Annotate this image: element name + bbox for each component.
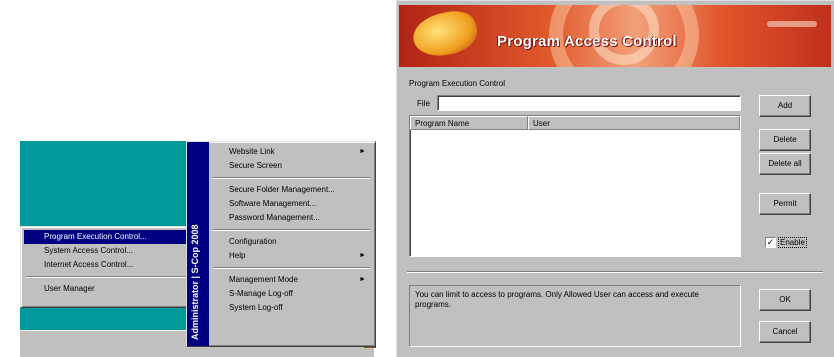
menu-separator (213, 267, 370, 269)
program-list[interactable]: Program Name User (409, 115, 741, 257)
file-input[interactable] (437, 95, 741, 111)
menu-item-password-management[interactable]: Password Management... (211, 211, 372, 225)
menu-item-secure-screen[interactable]: Secure Screen (211, 159, 372, 173)
file-label: File (417, 99, 430, 108)
main-context-menu: Administrator | S-Cop 2008 Website Link … (186, 141, 376, 347)
menu-separator (213, 177, 370, 179)
menu-item-s-manage-logoff[interactable]: S-Manage Log-off (211, 287, 372, 301)
permit-button[interactable]: Permit (759, 193, 811, 215)
menu-brand-text: Administrator | S-Cop 2008 (190, 224, 200, 340)
submenu-arrow-icon: ► (359, 252, 366, 259)
enable-checkbox-group[interactable]: ✓ Enable (765, 235, 807, 249)
menu-item-system-logoff[interactable]: System Log-off (211, 301, 372, 315)
add-button[interactable]: Add (759, 95, 811, 117)
admin-submenu: Program Execution Control... System Acce… (20, 226, 192, 308)
brand-logo-icon (409, 6, 481, 62)
cancel-button[interactable]: Cancel (759, 321, 811, 343)
dialog-banner: Program Access Control (399, 5, 831, 67)
program-access-control-dialog: Program Access Control Program Execution… (396, 0, 834, 357)
banner-title: Program Access Control (497, 33, 677, 50)
menu-item-help[interactable]: Help ► (211, 249, 372, 263)
enable-label[interactable]: Enable (778, 236, 807, 248)
info-text: You can limit to access to programs. Onl… (409, 285, 741, 347)
delete-button[interactable]: Delete (759, 129, 811, 151)
menu-item-label: Help (229, 251, 246, 260)
column-header-user[interactable]: User (528, 116, 740, 130)
column-header-program-name[interactable]: Program Name (410, 116, 528, 130)
menu-item-software-management[interactable]: Software Management... (211, 197, 372, 211)
divider (407, 271, 823, 273)
menu-item-secure-folder-management[interactable]: Secure Folder Management... (211, 183, 372, 197)
enable-checkbox[interactable]: ✓ (765, 236, 776, 248)
menu-item-label: Management Mode (229, 275, 298, 284)
list-header: Program Name User (410, 116, 740, 130)
ok-button[interactable]: OK (759, 289, 811, 311)
menu-item-user-manager[interactable]: User Manager (24, 282, 188, 296)
group-label: Program Execution Control (409, 79, 506, 88)
menu-item-system-access-control[interactable]: System Access Control... (24, 244, 188, 258)
menu-item-internet-access-control[interactable]: Internet Access Control... (24, 258, 188, 272)
banner-tagline-decoration (767, 21, 817, 27)
menu-item-program-execution-control[interactable]: Program Execution Control... (24, 230, 188, 244)
menu-item-management-mode[interactable]: Management Mode ► (211, 273, 372, 287)
menu-separator (213, 229, 370, 231)
submenu-arrow-icon: ► (359, 276, 366, 283)
menu-item-label: Website Link (229, 147, 275, 156)
menu-item-website-link[interactable]: Website Link ► (211, 145, 372, 159)
menu-item-configuration[interactable]: Configuration (211, 235, 372, 249)
menu-brand-bar: Administrator | S-Cop 2008 (187, 142, 209, 346)
delete-all-button[interactable]: Delete all (759, 153, 811, 175)
menu-separator (26, 276, 186, 278)
submenu-arrow-icon: ► (359, 148, 366, 155)
